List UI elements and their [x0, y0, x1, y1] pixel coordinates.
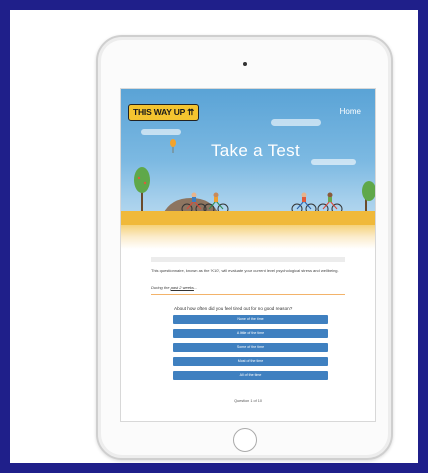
ipad-device: THIS WAY UP ⇈ Home Take a Test This ques…: [96, 35, 393, 460]
answer-all-button[interactable]: All of the time: [173, 371, 328, 380]
tree-icon: [362, 181, 375, 215]
logo[interactable]: THIS WAY UP ⇈: [128, 104, 200, 121]
home-button-icon[interactable]: [233, 428, 257, 452]
cloud-icon: [311, 159, 356, 165]
progress-placeholder-bar: [151, 257, 345, 262]
hero-title: Take a Test: [211, 141, 300, 160]
device-screen: THIS WAY UP ⇈ Home Take a Test This ques…: [120, 88, 376, 422]
answer-little-button[interactable]: A little of the time: [173, 329, 328, 338]
answer-none-button[interactable]: None of the time: [173, 315, 328, 324]
during-suffix: ...: [193, 285, 198, 290]
intro-text: This questionnaire, known as the 'K10', …: [151, 268, 339, 273]
page-frame: THIS WAY UP ⇈ Home Take a Test This ques…: [0, 0, 428, 473]
divider: [151, 294, 345, 295]
cloud-icon: [271, 119, 321, 126]
hero-banner: THIS WAY UP ⇈ Home Take a Test: [121, 89, 375, 249]
during-text: During the past 2 weeks...: [151, 285, 197, 290]
answer-some-button[interactable]: Some of the time: [173, 343, 328, 352]
camera-icon: [243, 62, 247, 66]
ground-fade: [121, 225, 375, 249]
answer-most-button[interactable]: Most of the time: [173, 357, 328, 366]
question-counter: Question 1 of 10: [234, 399, 262, 403]
cloud-icon: [141, 129, 181, 135]
during-link: past 2 weeks: [170, 285, 194, 290]
during-prefix: During the: [151, 285, 171, 290]
tree-icon: [134, 167, 150, 214]
question-text: About how often did you feel tired out f…: [174, 306, 293, 311]
ground-strip: [121, 211, 375, 225]
home-link[interactable]: Home: [340, 107, 361, 116]
balloon-icon: [170, 139, 176, 153]
questionnaire-panel: This questionnaire, known as the 'K10', …: [121, 249, 375, 421]
